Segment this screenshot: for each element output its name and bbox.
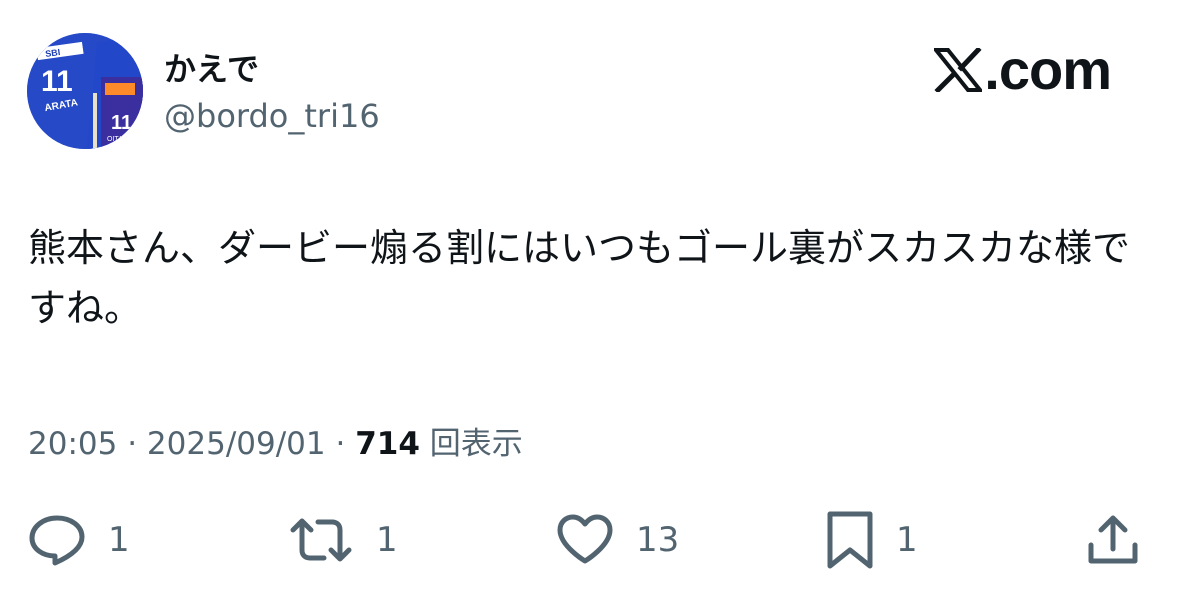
reply-button[interactable]: 1 [28, 508, 130, 572]
x-logo-icon [934, 48, 983, 92]
bookmark-count: 1 [896, 520, 918, 560]
avatar-image: SBI 11 ARATA 11 OITA [27, 33, 143, 149]
avatar[interactable]: SBI 11 ARATA 11 OITA [27, 33, 143, 149]
tweet-text: 熊本さん、ダービー煽る割にはいつもゴール裏がスカスカな様ですね。 [28, 226, 1131, 330]
avatar-team: OITA [107, 136, 123, 143]
reply-icon [29, 515, 85, 566]
action-bar: 1 1 13 1 [0, 508, 1179, 572]
views-label: 回表示 [429, 426, 523, 462]
tweet-meta: 20:05 · 2025/09/01 · 714 回表示 [28, 422, 523, 466]
user-handle[interactable]: @bordo_tri16 [164, 96, 380, 136]
retweet-count: 1 [376, 520, 398, 560]
like-button[interactable]: 13 [556, 508, 679, 572]
reply-count: 1 [108, 520, 130, 560]
meta-separator: · [127, 426, 138, 462]
like-count: 13 [636, 520, 680, 560]
brand-domain: .com [984, 38, 1112, 101]
avatar-number: 11 [41, 65, 73, 98]
tweet-date[interactable]: 2025/09/01 [147, 426, 326, 462]
brand-logo[interactable]: .com [934, 38, 1112, 102]
bookmark-icon [827, 511, 873, 569]
bookmark-button[interactable]: 1 [826, 508, 918, 572]
avatar-sponsor: SBI [45, 47, 61, 59]
share-button[interactable] [1086, 508, 1140, 572]
retweet-button[interactable]: 1 [288, 508, 398, 572]
like-icon [557, 514, 613, 564]
meta-separator: · [335, 426, 346, 462]
tweet-time[interactable]: 20:05 [28, 426, 117, 462]
retweet-icon [290, 518, 352, 562]
views-count: 714 [355, 426, 420, 462]
share-icon [1088, 515, 1138, 564]
display-name[interactable]: かえで [164, 49, 259, 89]
svg-text:11: 11 [111, 112, 132, 134]
